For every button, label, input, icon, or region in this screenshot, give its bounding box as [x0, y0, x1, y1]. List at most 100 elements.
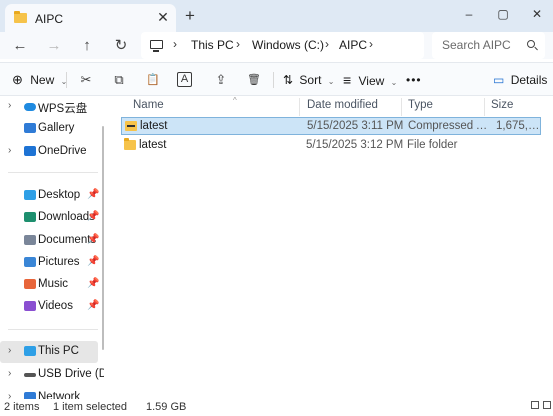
chevron-right-icon[interactable]: › — [8, 100, 11, 111]
breadcrumb-windows-c[interactable]: Windows (C:) — [252, 38, 324, 52]
sidebar-item-usb-drive[interactable]: › USB Drive (D:) — [0, 364, 104, 386]
sidebar-scrollbar[interactable] — [102, 126, 104, 350]
sidebar-item-onedrive[interactable]: › OneDrive — [0, 141, 98, 163]
view-label: View — [358, 74, 385, 88]
pin-icon[interactable]: 📌 — [87, 278, 99, 289]
sidebar-item-documents[interactable]: Documents 📌 — [0, 230, 99, 252]
column-header-date-modified[interactable]: Date modified — [307, 99, 378, 111]
videos-icon — [24, 301, 36, 311]
minimize-button[interactable]: – — [457, 4, 481, 24]
new-button[interactable]: ⊕ New ⌄ — [12, 71, 67, 89]
chevron-right-icon[interactable]: › — [8, 145, 11, 156]
navigation-pane: › WPS云盘 Gallery › OneDrive Desktop 📌 Dow… — [0, 96, 104, 399]
details-label: Details — [510, 73, 548, 87]
rename-icon[interactable]: A — [177, 72, 192, 87]
network-icon — [24, 392, 36, 399]
tab-close-button[interactable]: ✕ — [155, 9, 171, 26]
chevron-right-icon[interactable]: › — [325, 37, 329, 51]
copy-icon[interactable]: ⧉ — [110, 71, 128, 89]
sidebar-item-this-pc[interactable]: › This PC — [0, 341, 98, 363]
tab-aipc[interactable]: AIPC ✕ — [5, 4, 176, 32]
refresh-button[interactable]: ↻ — [110, 36, 132, 56]
details-view-toggle[interactable] — [531, 401, 539, 409]
status-selected-count: 1 item selected — [53, 401, 127, 413]
search-input[interactable] — [442, 38, 524, 52]
sort-button[interactable]: ⇅ Sort ⌄ — [283, 71, 334, 89]
file-date-modified: 5/15/2025 3:12 PM — [306, 139, 404, 151]
pin-icon[interactable]: 📌 — [87, 189, 99, 200]
pin-icon[interactable]: 📌 — [87, 234, 99, 245]
sidebar-item-videos[interactable]: Videos 📌 — [0, 296, 99, 318]
usb-drive-icon — [24, 373, 36, 377]
music-icon — [24, 279, 36, 289]
forward-button[interactable]: → — [43, 36, 65, 56]
zip-folder-icon — [125, 121, 137, 131]
sidebar-item-downloads[interactable]: Downloads 📌 — [0, 207, 99, 229]
column-divider[interactable] — [484, 98, 485, 116]
sidebar-item-gallery[interactable]: Gallery — [0, 118, 98, 140]
view-button[interactable]: ≡ View ⌄ — [343, 71, 397, 89]
column-header-size[interactable]: Size — [491, 99, 513, 111]
sidebar-item-desktop[interactable]: Desktop 📌 — [0, 185, 99, 207]
details-pane-button[interactable]: ▭ Details — [493, 71, 547, 89]
up-button[interactable]: ↑ — [76, 36, 98, 56]
sidebar-item-label: Music — [38, 278, 69, 290]
chevron-right-icon[interactable]: › — [8, 368, 11, 379]
search-icon[interactable] — [527, 40, 535, 48]
column-header-name[interactable]: Name ^ — [133, 96, 237, 111]
file-name: latest — [140, 120, 168, 132]
sidebar-item-label: USB Drive (D:) — [38, 368, 104, 380]
command-bar: ⊕ New ⌄ ✂ ⧉ 📋 A ⇪ 🗑 ⇅ Sort ⌄ ≡ View ⌄ ••… — [0, 62, 553, 96]
status-selected-size: 1.59 GB — [146, 401, 187, 413]
tiles-view-toggle[interactable] — [543, 401, 551, 409]
file-type: Compressed Archi... — [408, 120, 492, 132]
close-window-button[interactable]: ✕ — [525, 4, 549, 24]
pin-icon[interactable]: 📌 — [87, 256, 99, 267]
sort-icon: ⇅ — [283, 73, 294, 87]
sidebar-item-music[interactable]: Music 📌 — [0, 274, 99, 296]
documents-icon — [24, 235, 36, 245]
file-list: Name ^ Date modified Type Size latest 5/… — [113, 96, 553, 399]
chevron-right-icon[interactable]: › — [173, 37, 177, 51]
status-item-count: 2 items — [4, 401, 40, 413]
share-icon[interactable]: ⇪ — [212, 71, 230, 89]
folder-icon — [124, 138, 136, 150]
pin-icon[interactable]: 📌 — [87, 300, 99, 311]
file-explorer-window: AIPC ✕ + – ▢ ✕ ← → ↑ ↻ › This PC › Windo… — [0, 0, 553, 416]
file-date-modified: 5/15/2025 3:11 PM — [307, 120, 404, 132]
sidebar-item-pictures[interactable]: Pictures 📌 — [0, 252, 99, 274]
paste-icon[interactable]: 📋 — [144, 71, 162, 89]
sidebar-item-label: Network — [38, 391, 81, 399]
sidebar-item-wps-cloud[interactable]: › WPS云盘 — [0, 96, 98, 118]
breadcrumb-aipc[interactable]: AIPC — [339, 38, 367, 52]
file-name: latest — [139, 139, 167, 151]
file-size: 1,675,333 ... — [496, 120, 540, 132]
column-divider[interactable] — [401, 98, 402, 116]
chevron-right-icon[interactable]: › — [8, 391, 11, 399]
more-options-button[interactable]: ••• — [406, 71, 422, 89]
address-bar[interactable]: › This PC › Windows (C:) › AIPC › — [141, 32, 424, 59]
sort-ascending-icon: ^ — [233, 96, 237, 105]
file-row-latest-folder[interactable]: latest 5/15/2025 3:12 PM File folder — [121, 137, 541, 155]
maximize-button[interactable]: ▢ — [491, 4, 515, 24]
sidebar-item-label: Gallery — [38, 122, 75, 134]
chevron-right-icon[interactable]: › — [8, 345, 11, 356]
delete-icon[interactable]: 🗑 — [245, 71, 263, 89]
sidebar-item-network[interactable]: › Network — [0, 387, 98, 399]
cut-icon[interactable]: ✂ — [77, 71, 95, 89]
breadcrumb-this-pc[interactable]: This PC — [191, 38, 234, 52]
chevron-right-icon[interactable]: › — [236, 37, 240, 51]
divider — [66, 72, 67, 88]
column-divider[interactable] — [299, 98, 300, 116]
pin-icon[interactable]: 📌 — [87, 211, 99, 222]
new-tab-button[interactable]: + — [182, 6, 198, 26]
chevron-right-icon[interactable]: › — [369, 37, 373, 51]
folder-icon — [14, 11, 27, 23]
back-button[interactable]: ← — [9, 36, 31, 56]
file-row-latest-zip[interactable]: latest 5/15/2025 3:11 PM Compressed Arch… — [121, 117, 541, 135]
divider — [8, 329, 98, 330]
this-pc-icon — [24, 346, 36, 356]
desktop-icon — [24, 190, 36, 200]
column-header-type[interactable]: Type — [408, 99, 433, 111]
divider — [273, 72, 274, 88]
